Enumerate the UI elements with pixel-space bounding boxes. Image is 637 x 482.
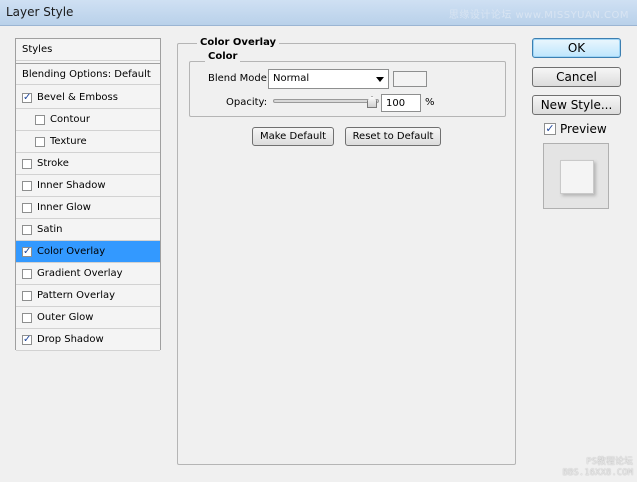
style-item[interactable]: Inner Glow <box>16 197 160 219</box>
style-item-label: Drop Shadow <box>37 334 104 345</box>
style-item-label: Inner Glow <box>37 202 91 213</box>
opacity-slider-track[interactable] <box>273 99 379 103</box>
style-item-label: Stroke <box>37 158 69 169</box>
style-item-label: Pattern Overlay <box>37 290 116 301</box>
style-item[interactable]: Inner Shadow <box>16 175 160 197</box>
watermark-top: 思缘设计论坛 www.MISSYUAN.COM <box>448 10 629 21</box>
style-checkbox[interactable] <box>22 180 32 191</box>
style-preview-swatch <box>560 160 594 194</box>
style-item-label: Outer Glow <box>37 312 94 323</box>
blend-mode-label: Blend Mode: <box>208 73 271 84</box>
style-item[interactable]: Gradient Overlay <box>16 263 160 285</box>
style-item-label: Inner Shadow <box>37 180 106 191</box>
color-overlay-title: Color Overlay <box>197 37 280 48</box>
style-checkbox[interactable]: ✓ <box>22 92 32 103</box>
style-item-label: Color Overlay <box>37 246 106 257</box>
cancel-button[interactable]: Cancel <box>532 67 621 87</box>
make-default-button[interactable]: Make Default <box>252 127 334 146</box>
preview-toggle[interactable]: ✓ Preview <box>544 122 607 136</box>
preview-checkbox[interactable]: ✓ <box>544 123 556 135</box>
title-bar: Layer Style 思缘设计论坛 www.MISSYUAN.COM <box>0 0 637 26</box>
style-preview <box>543 143 609 209</box>
style-item-label: Contour <box>50 114 90 125</box>
style-item[interactable]: Texture <box>16 131 160 153</box>
opacity-label: Opacity: <box>226 97 268 108</box>
style-item[interactable]: Stroke <box>16 153 160 175</box>
style-checkbox[interactable] <box>35 114 45 125</box>
watermark-bottom: PS教程论坛 BBS.16XX8.COM <box>562 457 633 478</box>
style-item[interactable]: Satin <box>16 219 160 241</box>
blending-options-item[interactable]: Blending Options: Default <box>16 63 160 85</box>
window-title: Layer Style <box>6 5 74 19</box>
style-item-label: Gradient Overlay <box>37 268 123 279</box>
style-checkbox[interactable] <box>35 136 45 147</box>
reset-to-default-button[interactable]: Reset to Default <box>345 127 441 146</box>
style-item[interactable]: ✓ Color Overlay <box>16 241 160 263</box>
overlay-color-swatch[interactable] <box>393 71 427 87</box>
style-item-label: Texture <box>50 136 87 147</box>
style-checkbox[interactable] <box>22 224 32 235</box>
new-style-button[interactable]: New Style... <box>532 95 621 115</box>
style-item-label: Bevel & Emboss <box>37 92 118 103</box>
style-checkbox[interactable] <box>22 268 32 279</box>
blend-mode-select[interactable]: Normal <box>268 69 389 89</box>
style-checkbox[interactable] <box>22 290 32 301</box>
style-item[interactable]: ✓ Drop Shadow <box>16 329 160 351</box>
style-item-label: Satin <box>37 224 63 235</box>
preview-label: Preview <box>560 122 607 136</box>
style-item[interactable]: ✓ Bevel & Emboss <box>16 87 160 109</box>
color-subgroup-title: Color <box>205 51 241 62</box>
style-checkbox[interactable]: ✓ <box>22 334 32 345</box>
style-checkbox[interactable] <box>22 312 32 323</box>
chevron-down-icon <box>376 77 384 82</box>
ok-button[interactable]: OK <box>532 38 621 58</box>
styles-list: Styles Blending Options: Default ✓ Bevel … <box>15 38 161 351</box>
style-item[interactable]: Outer Glow <box>16 307 160 329</box>
opacity-input[interactable]: 100 <box>381 94 421 112</box>
styles-header[interactable]: Styles <box>16 39 160 61</box>
blend-mode-value: Normal <box>273 73 310 84</box>
style-checkbox[interactable]: ✓ <box>22 246 32 257</box>
style-item[interactable]: Contour <box>16 109 160 131</box>
style-checkbox[interactable] <box>22 202 32 213</box>
style-item[interactable]: Pattern Overlay <box>16 285 160 307</box>
opacity-unit: % <box>425 97 435 108</box>
style-checkbox[interactable] <box>22 158 32 169</box>
